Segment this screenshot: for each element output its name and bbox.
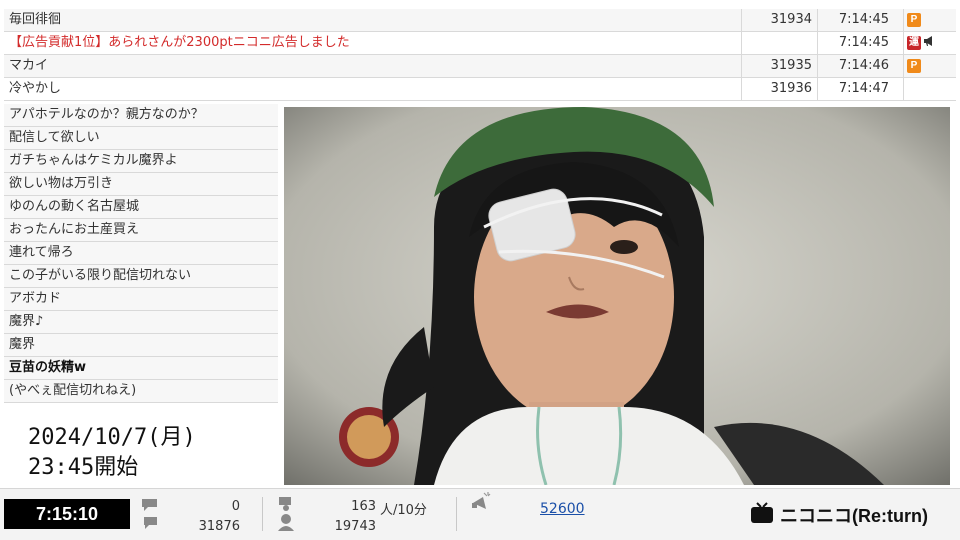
premium-badge-icon: P xyxy=(907,13,921,27)
niconico-logo: ニコニコ(Re:turn) xyxy=(750,502,928,528)
comment-row[interactable]: マカイ 31935 7:14:46 P xyxy=(4,55,956,78)
viewer-rate-unit: 人/10分 xyxy=(380,503,427,518)
logo-text: ニコニコ(Re:turn) xyxy=(780,506,928,526)
side-comment-item[interactable]: アボカド xyxy=(4,288,278,311)
side-comment-list: アパホテルなのか？親方なのか？ 配信して欲しい ガチちゃんはケミカル魔界よ 欲し… xyxy=(4,104,278,403)
comment-number xyxy=(742,32,818,54)
side-comment-item[interactable]: 配信して欲しい xyxy=(4,127,278,150)
status-bar: 7:15:10 0 31876 163 人/10分 19743 52600 ニコ… xyxy=(0,488,960,540)
separator xyxy=(262,497,263,531)
broadcast-start-date: 2024/10/7(月) 23:45開始 xyxy=(28,423,196,483)
premium-badge-icon: P xyxy=(907,59,921,73)
viewer-count-total: 19743 xyxy=(334,519,376,534)
video-player[interactable] xyxy=(284,107,950,485)
streamer-video-frame xyxy=(284,107,950,485)
comment-number: 31935 xyxy=(742,55,818,77)
comment-count-total: 31876 xyxy=(198,519,240,534)
comment-row-ad[interactable]: 【広告貢献1位】あられさんが2300ptニコニ広告しました 7:14:45 運 xyxy=(4,32,956,55)
ad-points-link[interactable]: 52600 xyxy=(540,501,585,517)
broadcast-start-time-line: 23:45開始 xyxy=(28,455,139,480)
comment-badge-cell: 運 xyxy=(904,32,956,54)
comment-icon xyxy=(140,497,160,529)
comment-time: 7:14:45 xyxy=(818,32,904,54)
comment-text: 冷やかし xyxy=(4,78,742,100)
side-comment-item[interactable]: おったんにお土産買え xyxy=(4,219,278,242)
comment-badge-cell: P xyxy=(904,9,956,31)
comment-badge-cell: P xyxy=(904,55,956,77)
comment-text: マカイ xyxy=(4,55,742,77)
comment-text: 毎回徘徊 xyxy=(4,9,742,31)
side-comment-item[interactable]: 豆苗の妖精w xyxy=(4,357,278,380)
side-comment-item[interactable]: 連れて帰ろ xyxy=(4,242,278,265)
separator xyxy=(456,497,457,531)
comment-row[interactable]: 毎回徘徊 31934 7:14:45 P xyxy=(4,9,956,32)
comment-time: 7:14:46 xyxy=(818,55,904,77)
side-comment-item[interactable]: この子がいる限り配信切れない xyxy=(4,265,278,288)
comment-number: 31936 xyxy=(742,78,818,100)
ad-comment-text: 【広告貢献1位】あられさんが2300ptニコニ広告しました xyxy=(4,32,742,54)
comment-table: 毎回徘徊 31934 7:14:45 P 【広告貢献1位】あられさんが2300p… xyxy=(4,9,956,101)
viewer-icon xyxy=(276,495,296,531)
comment-time: 7:14:45 xyxy=(818,9,904,31)
megaphone-icon xyxy=(923,35,935,51)
side-comment-item[interactable]: ゆのんの動く名古屋城 xyxy=(4,196,278,219)
side-comment-item[interactable]: ガチちゃんはケミカル魔界よ xyxy=(4,150,278,173)
viewer-rate-count: 163 xyxy=(351,499,376,514)
side-comment-item[interactable]: 欲しい物は万引き xyxy=(4,173,278,196)
broadcast-date-line: 2024/10/7(月) xyxy=(28,425,196,450)
comment-count-current: 0 xyxy=(231,499,240,514)
comment-number: 31934 xyxy=(742,9,818,31)
comment-row[interactable]: 冷やかし 31936 7:14:47 xyxy=(4,78,956,101)
side-comment-item[interactable]: (やべぇ配信切れねえ) xyxy=(4,380,278,403)
operator-badge-icon: 運 xyxy=(907,36,921,50)
megaphone-ad-icon[interactable] xyxy=(470,491,491,511)
side-comment-item[interactable]: アパホテルなのか？親方なのか？ xyxy=(4,104,278,127)
side-comment-item[interactable]: 魔界 xyxy=(4,334,278,357)
tv-icon xyxy=(750,502,774,528)
side-comment-item[interactable]: 魔界♪ xyxy=(4,311,278,334)
elapsed-time-display: 7:15:10 xyxy=(4,499,130,529)
comment-badge-cell xyxy=(904,78,956,100)
comment-time: 7:14:47 xyxy=(818,78,904,100)
